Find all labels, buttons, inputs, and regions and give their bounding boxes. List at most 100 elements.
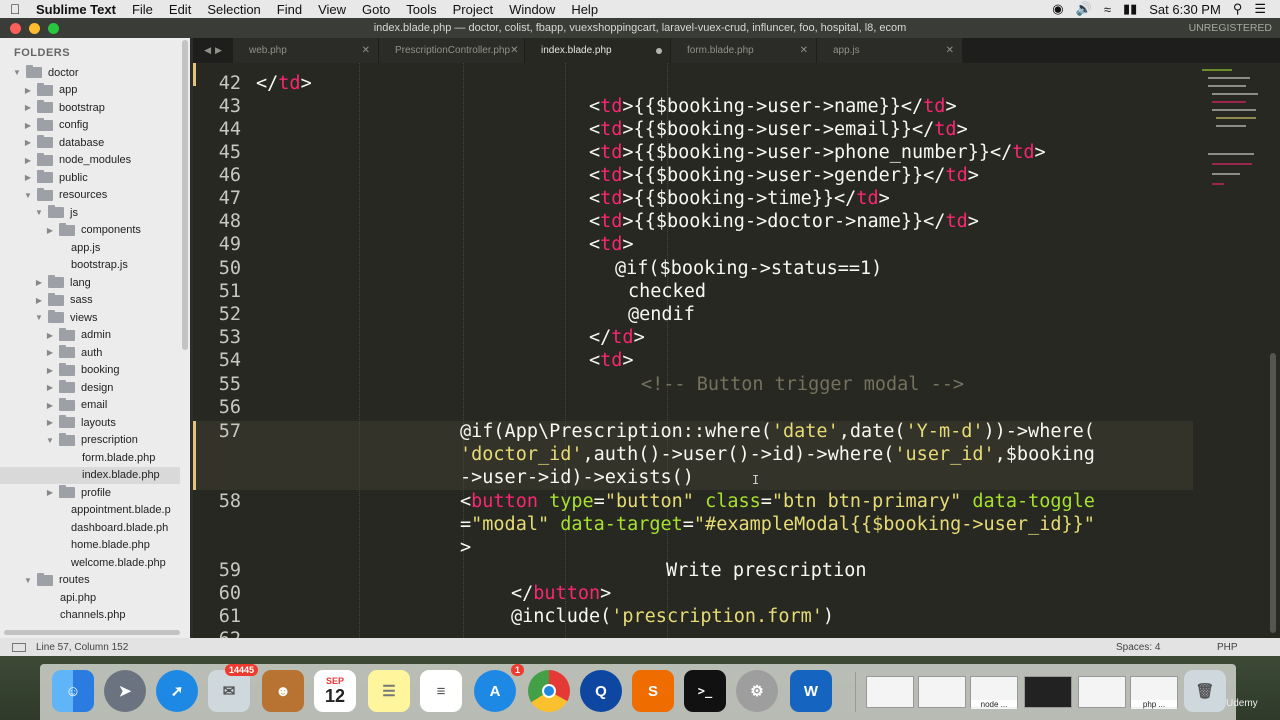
tab-web-php[interactable]: web.php ✕ <box>233 38 378 63</box>
volume-icon[interactable]: 🔊 <box>1076 1 1092 17</box>
menu-item-help[interactable]: Help <box>563 2 606 17</box>
app-store-icon[interactable]: A1 <box>474 664 524 712</box>
menu-item-window[interactable]: Window <box>501 2 563 17</box>
file-item-home-blade-php[interactable]: home.blade.php <box>0 537 180 554</box>
folder-item-node-modules[interactable]: ▶ node_modules <box>0 152 180 169</box>
minimized-window[interactable] <box>1078 676 1126 708</box>
disclosure-closed-icon[interactable]: ▶ <box>23 86 33 95</box>
menu-item-selection[interactable]: Selection <box>199 2 268 17</box>
disclosure-closed-icon[interactable]: ▶ <box>45 331 55 340</box>
folder-item-booking[interactable]: ▶ booking <box>0 362 180 379</box>
sublime-text-icon[interactable]: S <box>632 670 674 712</box>
folder-item-admin[interactable]: ▶ admin <box>0 327 180 344</box>
tab-prescriptioncontroller-php[interactable]: PrescriptionController.php ✕ <box>379 38 524 63</box>
disclosure-open-icon[interactable]: ▼ <box>45 436 55 445</box>
disclosure-closed-icon[interactable]: ▶ <box>45 401 55 410</box>
menu-item-tools[interactable]: Tools <box>398 2 444 17</box>
syntax-selector[interactable]: PHP <box>1217 642 1238 653</box>
editor-scrollbar[interactable] <box>1270 353 1276 633</box>
disclosure-open-icon[interactable]: ▼ <box>34 313 44 322</box>
word-icon[interactable]: W <box>790 670 832 712</box>
search-icon[interactable]: ⚲ <box>1233 1 1243 17</box>
disclosure-closed-icon[interactable]: ▶ <box>23 156 33 165</box>
disclosure-closed-icon[interactable]: ▶ <box>23 173 33 182</box>
folder-item-doctor[interactable]: ▼ doctor <box>0 64 180 81</box>
trash-icon[interactable]: 🗑 <box>1184 670 1226 712</box>
unsaved-dot-icon[interactable] <box>656 47 662 54</box>
file-item-appointment-blade-p[interactable]: appointment.blade.p <box>0 502 180 519</box>
folder-item-profile[interactable]: ▶ profile <box>0 484 180 501</box>
code-content[interactable]: </td> <td>{{$booking->user->name}}</td> … <box>193 63 1095 627</box>
menu-item-goto[interactable]: Goto <box>354 2 398 17</box>
folder-item-design[interactable]: ▶ design <box>0 379 180 396</box>
disclosure-closed-icon[interactable]: ▶ <box>23 103 33 112</box>
tab-next-icon[interactable]: ▶ <box>215 45 222 56</box>
folder-item-app[interactable]: ▶ app <box>0 82 180 99</box>
terminal-icon[interactable]: >_ <box>684 670 726 712</box>
folder-item-email[interactable]: ▶ email <box>0 397 180 414</box>
menu-item-sublime-text[interactable]: Sublime Text <box>30 2 124 17</box>
notes-icon[interactable]: ☰ <box>368 670 410 712</box>
folder-item-prescription[interactable]: ▼ prescription <box>0 432 180 449</box>
minimized-window[interactable] <box>866 676 914 708</box>
minimized-window[interactable] <box>918 676 966 708</box>
disclosure-open-icon[interactable]: ▼ <box>12 68 22 77</box>
close-tab-icon[interactable]: ✕ <box>946 45 954 56</box>
menu-item-project[interactable]: Project <box>445 2 501 17</box>
disclosure-open-icon[interactable]: ▼ <box>23 191 33 200</box>
folder-item-database[interactable]: ▶ database <box>0 134 180 151</box>
folder-item-js[interactable]: ▼ js <box>0 204 180 221</box>
close-tab-icon[interactable]: ✕ <box>510 45 518 56</box>
file-item-app-js[interactable]: app.js <box>0 239 180 256</box>
minimized-window-node[interactable]: node ... <box>970 676 1018 709</box>
folder-item-config[interactable]: ▶ config <box>0 117 180 134</box>
disclosure-closed-icon[interactable]: ▶ <box>45 488 55 497</box>
file-item-api-php[interactable]: api.php <box>0 589 180 606</box>
indentation-setting[interactable]: Spaces: 4 <box>1116 642 1160 653</box>
folder-item-components[interactable]: ▶ components <box>0 222 180 239</box>
folder-item-routes[interactable]: ▼ routes <box>0 572 180 589</box>
file-item-bootstrap-js[interactable]: bootstrap.js <box>0 257 180 274</box>
tab-index-blade-php[interactable]: index.blade.php <box>525 38 670 63</box>
disclosure-closed-icon[interactable]: ▶ <box>45 418 55 427</box>
close-tab-icon[interactable]: ✕ <box>800 45 808 56</box>
code-editor[interactable]: 42 43 44 45 46 47 48 49 50 51 52 53 54 55 56 57 58 59 60 61… <box>193 63 1280 638</box>
mail-icon[interactable]: ✉ 14445 <box>208 664 258 712</box>
finder-icon[interactable]: ☺ <box>52 670 94 712</box>
safari-icon[interactable]: ➚ <box>156 670 198 712</box>
quicktime-icon[interactable]: Q <box>580 670 622 712</box>
tab-prev-icon[interactable]: ◀ <box>204 45 211 56</box>
file-item-form-blade-php[interactable]: form.blade.php <box>0 449 180 466</box>
sidebar-vertical-scrollbar[interactable] <box>182 40 188 350</box>
close-tab-icon[interactable]: ✕ <box>362 45 370 56</box>
contacts-icon[interactable]: ☻ <box>262 670 304 712</box>
battery-icon[interactable]: ▮▮ <box>1123 1 1137 17</box>
file-item-welcome-blade-php[interactable]: welcome.blade.php <box>0 554 180 571</box>
disclosure-closed-icon[interactable]: ▶ <box>23 121 33 130</box>
clock[interactable]: Sat 6:30 PM <box>1149 2 1221 17</box>
file-item-dashboard-blade-ph[interactable]: dashboard.blade.ph <box>0 519 180 536</box>
tab-form-blade-php[interactable]: form.blade.php ✕ <box>671 38 816 63</box>
disclosure-open-icon[interactable]: ▼ <box>34 208 44 217</box>
chrome-icon[interactable] <box>528 670 570 712</box>
folder-item-layouts[interactable]: ▶ layouts <box>0 414 180 431</box>
disclosure-closed-icon[interactable]: ▶ <box>34 278 44 287</box>
disclosure-open-icon[interactable]: ▼ <box>23 576 33 585</box>
calendar-icon[interactable]: SEP 12 <box>314 670 356 712</box>
panel-toggle-icon[interactable] <box>12 642 26 652</box>
disclosure-closed-icon[interactable]: ▶ <box>45 348 55 357</box>
menu-item-edit[interactable]: Edit <box>161 2 199 17</box>
list-icon[interactable]: ☰ <box>1254 1 1266 17</box>
wifi-icon[interactable]: ≈ <box>1104 2 1111 17</box>
tab-app-js[interactable]: app.js ✕ <box>817 38 962 63</box>
minimap[interactable] <box>1198 63 1266 203</box>
disclosure-closed-icon[interactable]: ▶ <box>23 138 33 147</box>
folder-item-views[interactable]: ▼ views <box>0 309 180 326</box>
minimized-window-php[interactable]: php ... <box>1130 676 1178 709</box>
disclosure-closed-icon[interactable]: ▶ <box>34 296 44 305</box>
menu-item-view[interactable]: View <box>310 2 354 17</box>
record-icon[interactable]: ◉ <box>1052 1 1063 17</box>
menu-item-file[interactable]: File <box>124 2 161 17</box>
sidebar-horizontal-scrollbar[interactable] <box>4 630 180 635</box>
folder-item-auth[interactable]: ▶ auth <box>0 344 180 361</box>
